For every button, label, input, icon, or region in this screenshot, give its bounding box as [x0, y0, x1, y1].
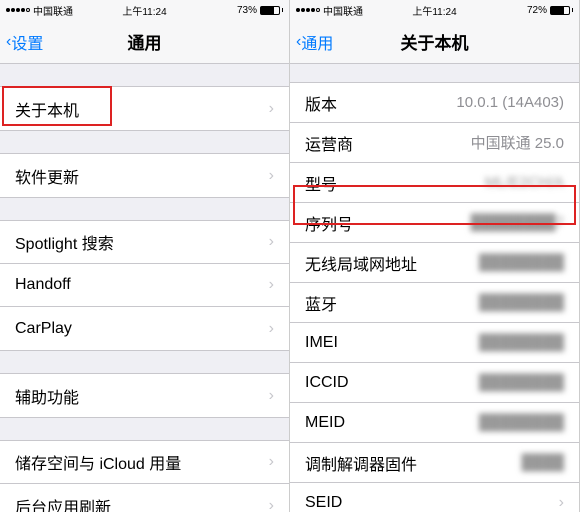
info-row: 调制解调器固件 ████ [290, 443, 579, 483]
row-value: ████████ [479, 294, 564, 311]
battery-percent: 73% [237, 5, 257, 16]
status-bar: 中国联通 上午11:24 72% [290, 0, 579, 20]
row-label: 运营商 [305, 131, 353, 155]
settings-row[interactable]: 关于本机 › [0, 87, 289, 130]
settings-row[interactable]: CarPlay › [0, 307, 289, 350]
row-label: 关于本机 [15, 97, 79, 121]
row-value: ████████ [479, 374, 564, 391]
info-row: 型号 ML/E2CH/A [290, 163, 579, 203]
nav-bar: ‹ 设置 通用 [0, 20, 289, 64]
content: 关于本机›软件更新›Spotlight 搜索›Handoff›CarPlay›辅… [0, 64, 289, 512]
back-label: 通用 [301, 30, 333, 54]
row-label: IMEI [305, 334, 338, 352]
row-label: Handoff [15, 276, 71, 294]
battery-percent: 72% [527, 5, 547, 16]
settings-row[interactable]: Handoff › [0, 264, 289, 307]
back-label: 设置 [11, 30, 43, 54]
chevron-right-icon: › [269, 276, 274, 294]
info-row: 无线局域网地址 ████████ [290, 243, 579, 283]
info-row: 运营商 中国联通 25.0 [290, 123, 579, 163]
row-label: 版本 [305, 91, 337, 115]
right-phone: 中国联通 上午11:24 72% ‹ 通用 关于本机 版本 10.0.1 (14A… [290, 0, 580, 512]
clock: 上午11:24 [122, 3, 166, 18]
row-label: ICCID [305, 374, 349, 392]
carrier-label: 中国联通 [33, 3, 73, 18]
info-row: 版本 10.0.1 (14A403) [290, 83, 579, 123]
info-row[interactable]: SEID › [290, 483, 579, 512]
info-row: MEID ████████ [290, 403, 579, 443]
back-button[interactable]: ‹ 通用 [296, 30, 333, 54]
row-label: 调制解调器固件 [305, 451, 417, 475]
settings-row[interactable]: Spotlight 搜索 › [0, 221, 289, 264]
info-row: ICCID ████████ [290, 363, 579, 403]
settings-row[interactable]: 辅助功能 › [0, 374, 289, 417]
settings-row[interactable]: 软件更新 › [0, 154, 289, 197]
chevron-right-icon: › [269, 453, 274, 471]
row-label: SEID [305, 494, 342, 512]
info-row: 蓝牙 ████████ [290, 283, 579, 323]
back-button[interactable]: ‹ 设置 [6, 30, 43, 54]
info-row: 序列号 ████████7 [290, 203, 579, 243]
row-label: 无线局域网地址 [305, 251, 417, 275]
row-value: 中国联通 25.0 [471, 132, 564, 153]
left-phone: 中国联通 上午11:24 73% ‹ 设置 通用 关于本机›软件更新›Spotl… [0, 0, 290, 512]
settings-row[interactable]: 后台应用刷新 › [0, 484, 289, 512]
settings-row[interactable]: 储存空间与 iCloud 用量 › [0, 441, 289, 484]
row-value: ████████7 [471, 214, 564, 231]
row-value: ████████ [479, 254, 564, 271]
chevron-right-icon: › [269, 320, 274, 338]
chevron-right-icon: › [269, 387, 274, 405]
row-value: ML/E2CH/A [485, 174, 564, 191]
info-row: IMEI ████████ [290, 323, 579, 363]
content: 版本 10.0.1 (14A403) 运营商 中国联通 25.0 型号 ML/E2CH/A… [290, 64, 579, 512]
chevron-right-icon: › [269, 100, 274, 118]
row-label: 辅助功能 [15, 384, 79, 408]
row-value: ████ [521, 454, 564, 471]
row-label: 序列号 [305, 211, 353, 235]
chevron-right-icon: › [559, 494, 564, 512]
row-label: MEID [305, 414, 345, 432]
nav-bar: ‹ 通用 关于本机 [290, 20, 579, 64]
row-value: 10.0.1 (14A403) [456, 94, 564, 111]
chevron-right-icon: › [269, 167, 274, 185]
row-label: CarPlay [15, 320, 72, 338]
row-value: ████████ [479, 334, 564, 351]
chevron-right-icon: › [269, 497, 274, 512]
row-label: 后台应用刷新 [15, 494, 111, 512]
chevron-right-icon: › [269, 233, 274, 251]
row-label: 型号 [305, 171, 337, 195]
row-value: ████████ [479, 414, 564, 431]
carrier-label: 中国联通 [323, 3, 363, 18]
page-title: 关于本机 [401, 29, 469, 54]
clock: 上午11:24 [412, 3, 456, 18]
row-label: 储存空间与 iCloud 用量 [15, 450, 181, 474]
row-label: 软件更新 [15, 164, 79, 188]
status-bar: 中国联通 上午11:24 73% [0, 0, 289, 20]
row-label: Spotlight 搜索 [15, 230, 114, 254]
page-title: 通用 [128, 29, 162, 54]
row-label: 蓝牙 [305, 291, 337, 315]
